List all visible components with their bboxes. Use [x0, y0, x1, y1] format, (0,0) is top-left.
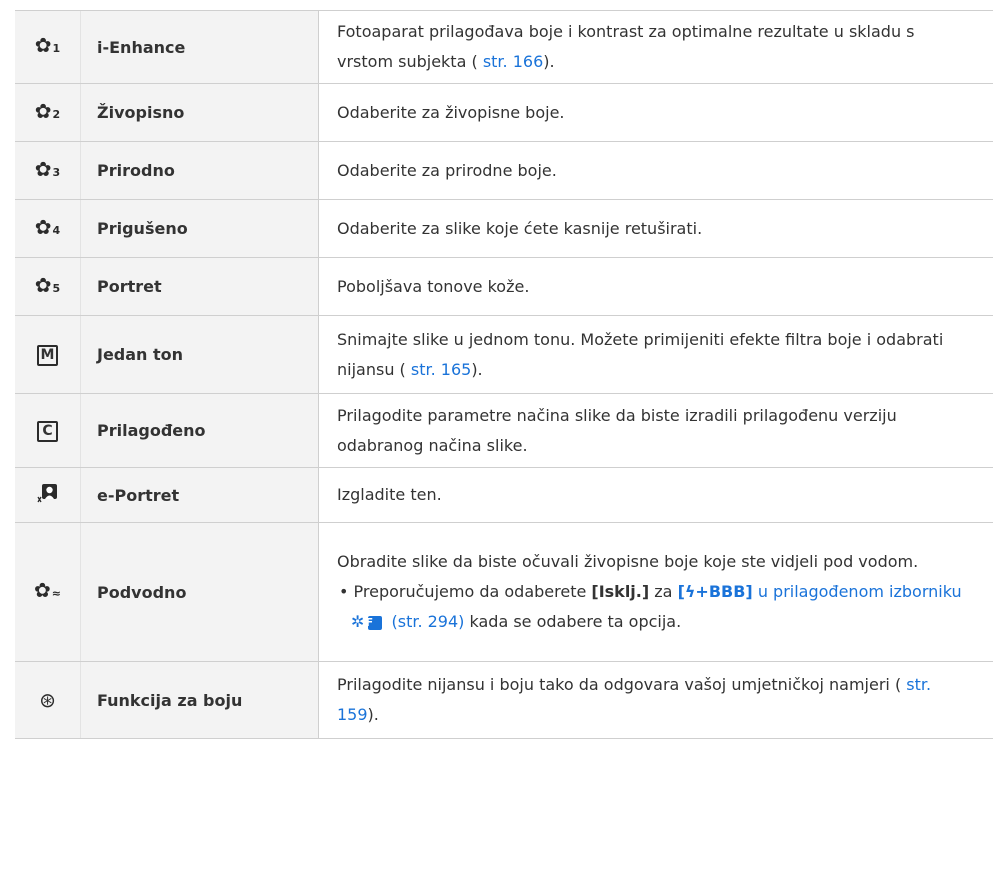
mode-description: Poboljšava tonove kože. [318, 257, 993, 316]
table-row: ✿4 Prigušeno Odaberite za slike koje ćet… [15, 199, 993, 258]
page-link[interactable]: str. 166 [483, 52, 543, 71]
picture-mode-natural-icon: ✿3 [34, 156, 61, 181]
e-portrait-icon [36, 482, 59, 504]
mode-name: Prigušeno [80, 199, 319, 258]
mode-name: Portret [80, 257, 319, 316]
underwater-icon: ✿≈ [34, 578, 61, 602]
table-row: ✿5 Portret Poboljšava tonove kože. [15, 257, 993, 316]
mode-description: Odaberite za živopisne boje. [318, 83, 993, 142]
mode-name: Funkcija za boju [80, 661, 319, 739]
gear-icon: ✲ [351, 612, 365, 631]
mode-name: i-Enhance [80, 10, 319, 84]
mode-description: Fotoaparat prilagođava boje i kontrast z… [318, 10, 993, 84]
bullet-note: • Preporučujemo da odaberete [Isklj.] za… [339, 582, 962, 631]
table-row: C Prilagođeno Prilagodite parametre nači… [15, 393, 993, 468]
table-row: ⊛ Funkcija za boju Prilagodite nijansu i… [15, 661, 993, 739]
custom-icon: C [37, 420, 58, 442]
menu-f-tab-icon: F [366, 616, 383, 630]
mode-name: e-Portret [80, 467, 319, 523]
mode-description: Prilagodite parametre načina slike da bi… [318, 393, 993, 468]
mode-name: Prirodno [80, 141, 319, 200]
picture-mode-portrait-icon: ✿5 [34, 272, 61, 297]
mode-description: Obradite slike da biste očuvali živopisn… [318, 522, 993, 662]
table-row: ✿3 Prirodno Odaberite za prirodne boje. [15, 141, 993, 200]
picture-mode-table: ✿1 i-Enhance Fotoaparat prilagođava boje… [15, 10, 993, 739]
picture-mode-i-enhance-icon: ✿1 [34, 33, 61, 57]
color-creator-icon: ⊛ [39, 688, 56, 712]
monotone-icon: M [37, 344, 58, 366]
mode-name: Podvodno [80, 522, 319, 662]
picture-mode-vivid-icon: ✿2 [34, 98, 61, 123]
mode-description: Odaberite za prirodne boje. [318, 141, 993, 200]
table-row: ✿≈ Podvodno Obradite slike da biste očuv… [15, 522, 993, 662]
mode-description: Prilagodite nijansu i boju tako da odgov… [318, 661, 993, 739]
mode-name: Prilagođeno [80, 393, 319, 468]
table-row: ✿2 Živopisno Odaberite za živopisne boje… [15, 83, 993, 142]
table-row: ✿1 i-Enhance Fotoaparat prilagođava boje… [15, 10, 993, 84]
mode-name: Živopisno [80, 83, 319, 142]
mode-description: Odaberite za slike koje ćete kasnije ret… [318, 199, 993, 258]
table-row: M Jedan ton Snimajte slike u jednom tonu… [15, 315, 993, 394]
table-row: e-Portret Izgladite ten. [15, 467, 993, 523]
picture-mode-muted-icon: ✿4 [34, 214, 61, 239]
mode-name: Jedan ton [80, 315, 319, 394]
mode-description: Izgladite ten. [318, 467, 993, 523]
page-link[interactable]: str. 165 [411, 360, 471, 379]
mode-description: Snimajte slike u jednom tonu. Možete pri… [318, 315, 993, 394]
